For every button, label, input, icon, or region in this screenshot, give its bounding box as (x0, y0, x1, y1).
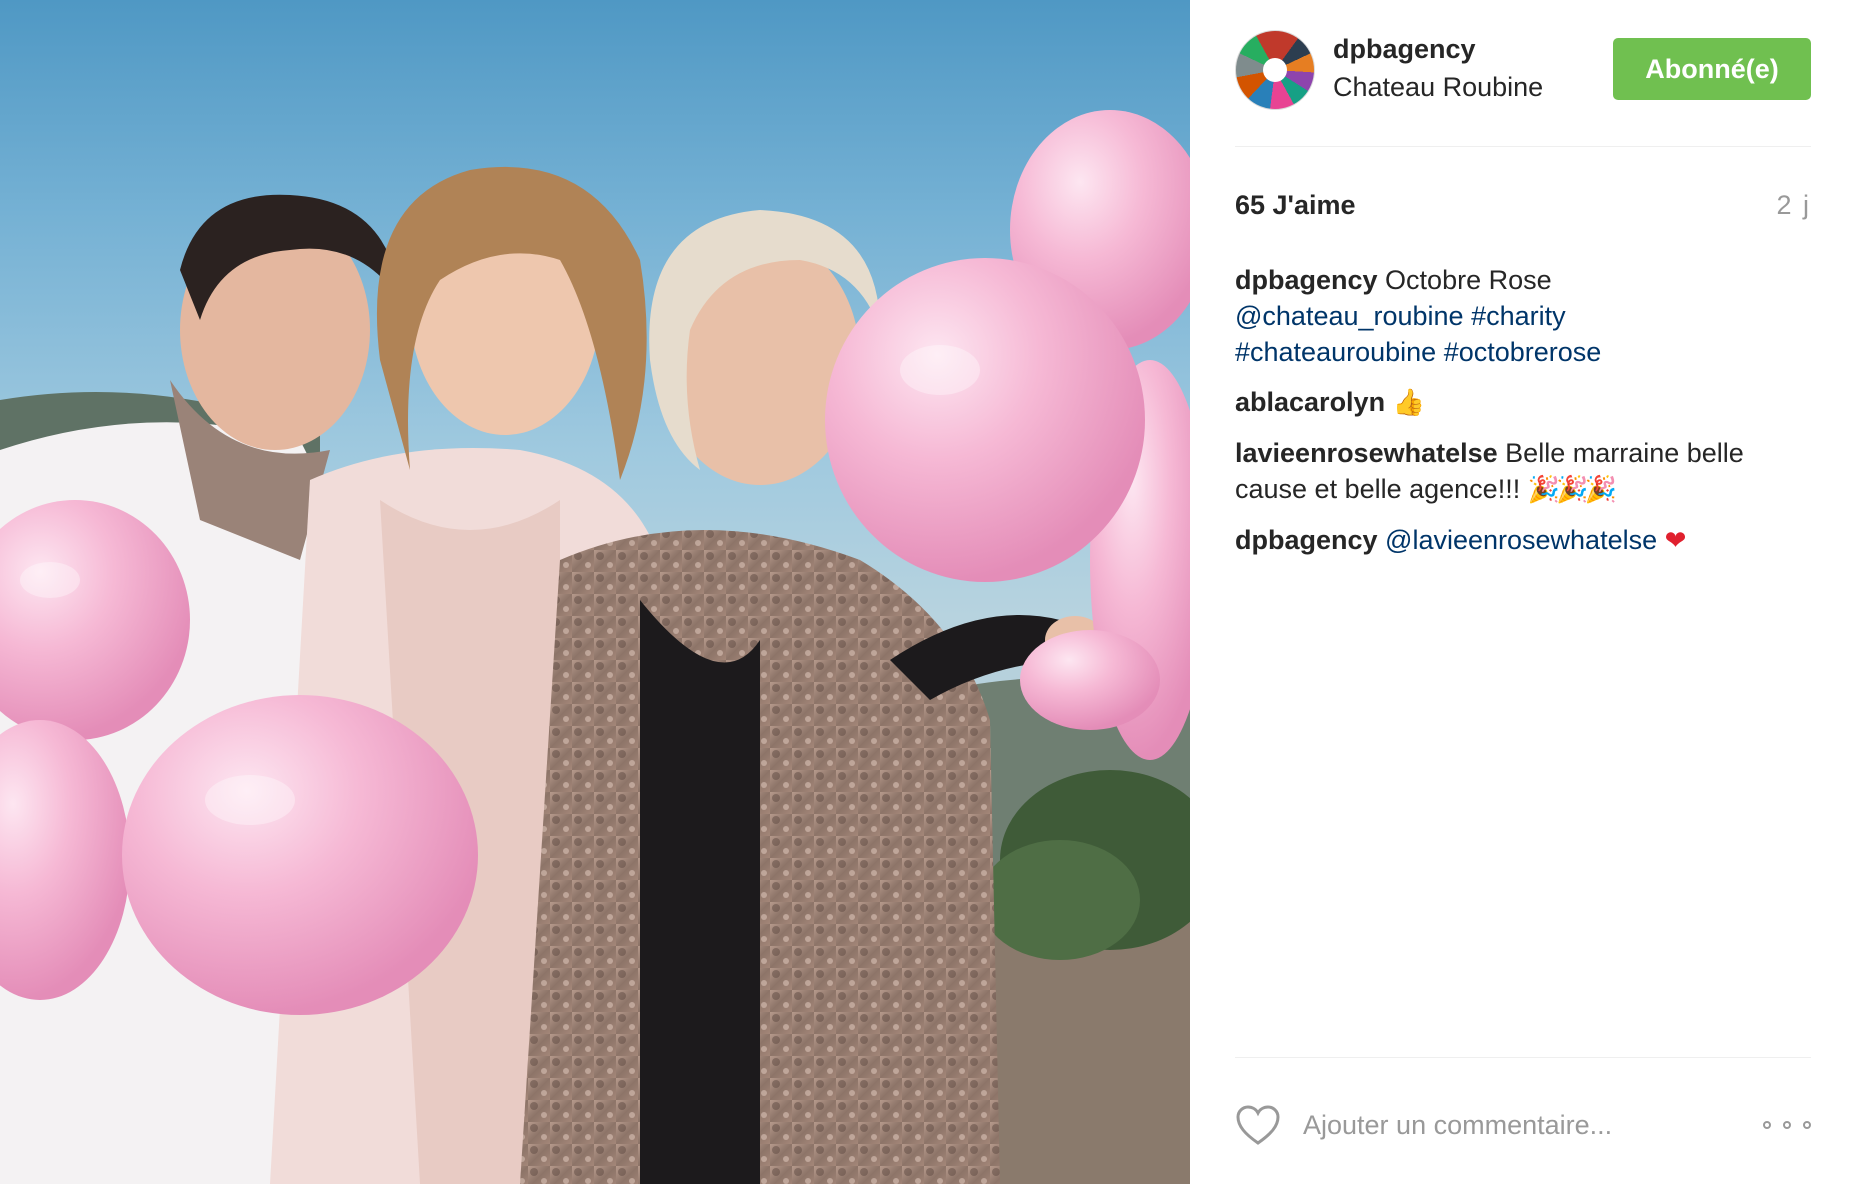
footer-divider (1235, 1057, 1811, 1058)
comment-username[interactable]: lavieenrosewhatelse (1235, 438, 1498, 468)
follow-button[interactable]: Abonné(e) (1613, 38, 1811, 100)
add-comment-input[interactable] (1301, 1104, 1725, 1146)
dot (1803, 1121, 1811, 1129)
comment-item: lavieenrosewhatelse Belle marraine belle… (1235, 435, 1811, 508)
instagram-post-view: dpbagency Chateau Roubine Abonné(e) 65 J… (0, 0, 1852, 1184)
comment-username[interactable]: dpbagency (1235, 525, 1378, 555)
post-side-panel: dpbagency Chateau Roubine Abonné(e) 65 J… (1190, 0, 1852, 1184)
caption-text: Octobre Rose (1385, 265, 1552, 295)
post-location[interactable]: Chateau Roubine (1333, 72, 1543, 103)
author-avatar[interactable] (1235, 30, 1315, 110)
thumbs-up-emoji-icon: 👍 (1392, 388, 1425, 418)
comment-item: dpbagency @lavieenrosewhatelse ❤ (1235, 522, 1811, 559)
likes-count[interactable]: 65 J'aime (1235, 190, 1356, 221)
caption: dpbagency Octobre Rose @chateau_roubine … (1235, 262, 1811, 370)
caption-mention[interactable]: @chateau_roubine (1235, 301, 1464, 331)
red-heart-emoji-icon: ❤ (1664, 526, 1687, 556)
post-photo[interactable] (0, 0, 1190, 1184)
header-divider (1235, 146, 1811, 147)
comments-list: dpbagency Octobre Rose @chateau_roubine … (1235, 262, 1811, 573)
comment-username[interactable]: ablacarolyn (1235, 387, 1385, 417)
heart-outline-icon[interactable] (1235, 1104, 1281, 1146)
author-username[interactable]: dpbagency (1333, 34, 1476, 65)
dot (1763, 1121, 1771, 1129)
caption-username[interactable]: dpbagency (1235, 265, 1378, 295)
post-photo-illustration (0, 110, 1190, 1184)
hashtag-link[interactable]: #octobrerose (1444, 337, 1602, 367)
more-options-icon[interactable] (1763, 1110, 1811, 1140)
post-timestamp[interactable]: 2 j (1776, 190, 1811, 221)
dot (1783, 1121, 1791, 1129)
party-popper-emoji-icon: 🎉🎉🎉 (1527, 475, 1617, 505)
comment-item: ablacarolyn 👍 (1235, 384, 1811, 421)
hashtag-link[interactable]: #chateauroubine (1235, 337, 1436, 367)
comment-mention[interactable]: @lavieenrosewhatelse (1385, 525, 1657, 555)
hashtag-link[interactable]: #charity (1471, 301, 1566, 331)
comment-bar (1235, 1100, 1811, 1150)
